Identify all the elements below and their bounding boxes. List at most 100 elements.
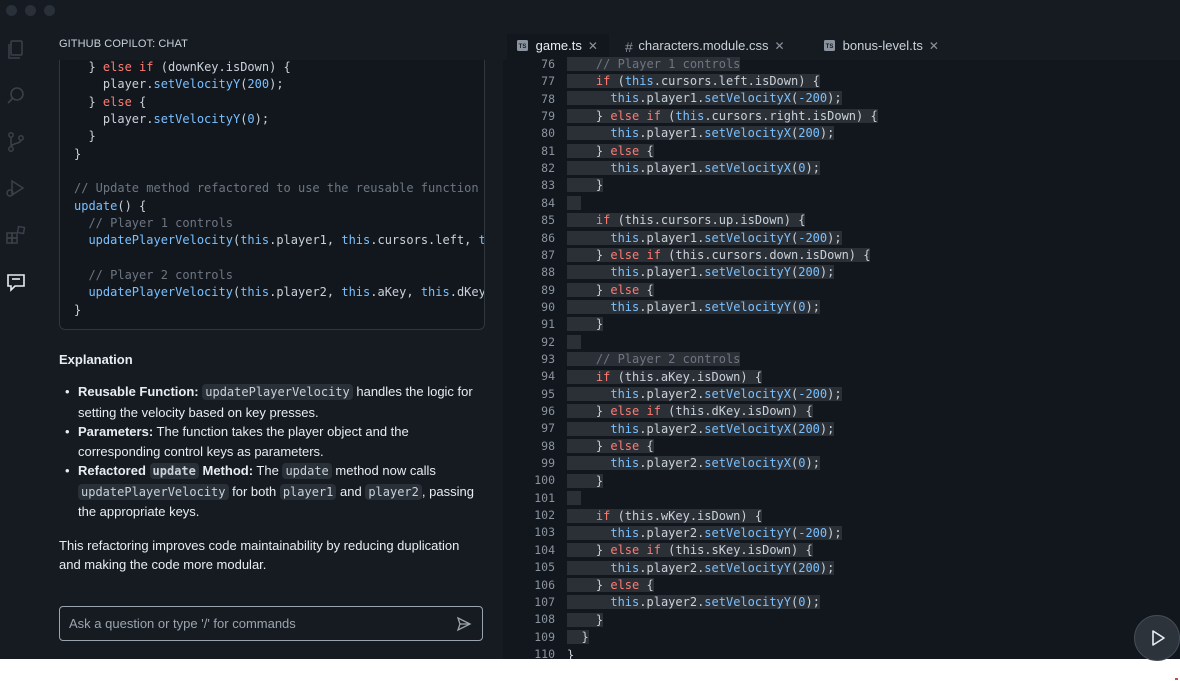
chat-icon[interactable] (4, 271, 28, 295)
chat-input-box (59, 606, 483, 641)
ts-file-icon: TS (824, 37, 835, 57)
copilot-chat-panel: GITHUB COPILOT: CHAT } else if (downKey.… (33, 26, 503, 659)
list-item: Reusable Function: updatePlayerVelocity … (59, 382, 483, 422)
code-line: this.player2.setVelocityY(200); (567, 560, 835, 577)
tab-label: bonus-level.ts (842, 38, 923, 53)
run-debug-icon[interactable] (4, 176, 28, 200)
line-number: 105 (534, 560, 555, 575)
source-control-icon[interactable] (4, 130, 28, 154)
chat-code-line: updatePlayerVelocity(this.player1, this.… (88, 233, 484, 247)
inline-code: player2 (365, 483, 422, 500)
line-number: 110 (534, 646, 555, 659)
line-number: 102 (534, 508, 555, 523)
inline-code: player1 (279, 483, 337, 500)
code-line: this.player1.setVelocityY(-200); (567, 230, 842, 247)
code-line: if (this.cursors.up.isDown) { (567, 212, 806, 229)
chat-input[interactable] (67, 615, 451, 632)
inline-code: update (149, 463, 199, 479)
line-number: 84 (541, 195, 555, 210)
code-line: } else if (this.dKey.isDown) { (567, 404, 813, 418)
line-number: 109 (534, 629, 555, 644)
play-icon (1152, 630, 1165, 646)
code-line: } (567, 648, 575, 659)
corner-mark (1175, 678, 1178, 680)
line-number: 97 (541, 421, 555, 436)
summary-text: This refactoring improves code maintaina… (59, 538, 460, 572)
files-icon[interactable] (4, 38, 28, 62)
chat-code-line: } else { (74, 95, 147, 109)
code-line: } else { (567, 439, 654, 453)
line-number: 92 (541, 334, 555, 349)
line-number: 80 (541, 126, 555, 141)
code-line: } (567, 630, 589, 644)
line-number: 79 (541, 109, 555, 124)
line-number: 93 (541, 351, 555, 366)
line-number: 103 (534, 525, 555, 540)
list-item: Parameters: The function takes the playe… (59, 422, 483, 461)
line-number: 91 (541, 317, 555, 332)
chat-panel-title: GITHUB COPILOT: CHAT (59, 38, 188, 50)
line-number: 89 (541, 282, 555, 297)
close-icon[interactable]: ✕ (929, 39, 939, 53)
line-number: 77 (541, 74, 555, 89)
send-icon[interactable] (456, 616, 472, 632)
code-line (567, 334, 582, 351)
code-line: } (567, 317, 604, 331)
code-line (567, 195, 582, 212)
explanation-list: Reusable Function: updatePlayerVelocity … (59, 382, 483, 522)
code-line: } else if (this.cursors.down.isDown) { (567, 248, 871, 262)
line-number: 87 (541, 247, 555, 262)
zoom-window-button[interactable] (44, 5, 55, 16)
inline-code: updatePlayerVelocity (202, 384, 353, 400)
code-editor: TS game.ts ✕ # characters.module.css ✕ TS … (503, 26, 1180, 659)
inline-code: updatePlayerVelocity (78, 483, 229, 500)
chat-code-line: updatePlayerVelocity(this.player2, this.… (88, 285, 485, 299)
search-icon[interactable] (4, 84, 28, 108)
code-line: this.player2.setVelocityX(200); (567, 421, 835, 438)
line-number: 90 (541, 299, 555, 314)
code-line: // Player 2 controls (567, 351, 741, 368)
chat-code-line: // Player 1 controls (88, 216, 233, 230)
inline-code: update (282, 463, 332, 479)
line-number: 76 (541, 57, 555, 71)
code-line: } (567, 178, 604, 192)
run-button[interactable] (1134, 615, 1180, 661)
ts-file-icon: TS (517, 37, 528, 57)
minimize-window-button[interactable] (25, 5, 36, 16)
line-number: 100 (534, 473, 555, 488)
code-line: if (this.aKey.isDown) { (567, 369, 763, 386)
line-number: 86 (541, 230, 555, 245)
line-number: 108 (534, 612, 555, 627)
code-line: if (this.cursors.left.isDown) { (567, 73, 820, 90)
code-line: this.player1.setVelocityY(0); (567, 299, 820, 316)
css-file-icon: # (625, 38, 633, 55)
code-line: // Player 1 controls (567, 56, 741, 73)
code-line: this.player1.setVelocityX(200); (567, 125, 835, 142)
line-number: 94 (541, 369, 555, 384)
svg-text:TS: TS (519, 44, 527, 50)
line-number: 88 (541, 265, 555, 280)
code-line: this.player2.setVelocityX(0); (567, 455, 820, 472)
close-window-button[interactable] (6, 5, 17, 16)
chat-code-line: player.setVelocityY(200); (74, 77, 284, 91)
code-line: this.player1.setVelocityY(200); (567, 264, 835, 281)
explanation-heading: Explanation (59, 352, 133, 367)
tab-label: game.ts (535, 38, 582, 53)
tab-bonus-level-ts[interactable]: TS bonus-level.ts ✕ (815, 34, 965, 60)
extensions-icon[interactable] (4, 223, 28, 247)
activity-bar (0, 26, 33, 659)
title-bar (0, 0, 1180, 26)
line-number: 82 (541, 161, 555, 176)
chat-code-line: // Update method refactored to use the r… (74, 181, 479, 195)
code-line: } else if (this.sKey.isDown) { (567, 543, 813, 557)
line-number: 83 (541, 178, 555, 193)
line-number: 96 (541, 404, 555, 418)
line-number: 85 (541, 213, 555, 228)
tab-label: characters.module.css (638, 38, 769, 53)
editor-tab-bar: TS game.ts ✕ # characters.module.css ✕ TS … (503, 26, 1180, 60)
close-icon[interactable]: ✕ (774, 39, 784, 53)
chat-code-line: } (74, 147, 82, 161)
list-item: Refactored update Method: The update met… (59, 461, 483, 522)
close-icon[interactable]: ✕ (588, 39, 598, 53)
line-number: 98 (541, 438, 555, 453)
